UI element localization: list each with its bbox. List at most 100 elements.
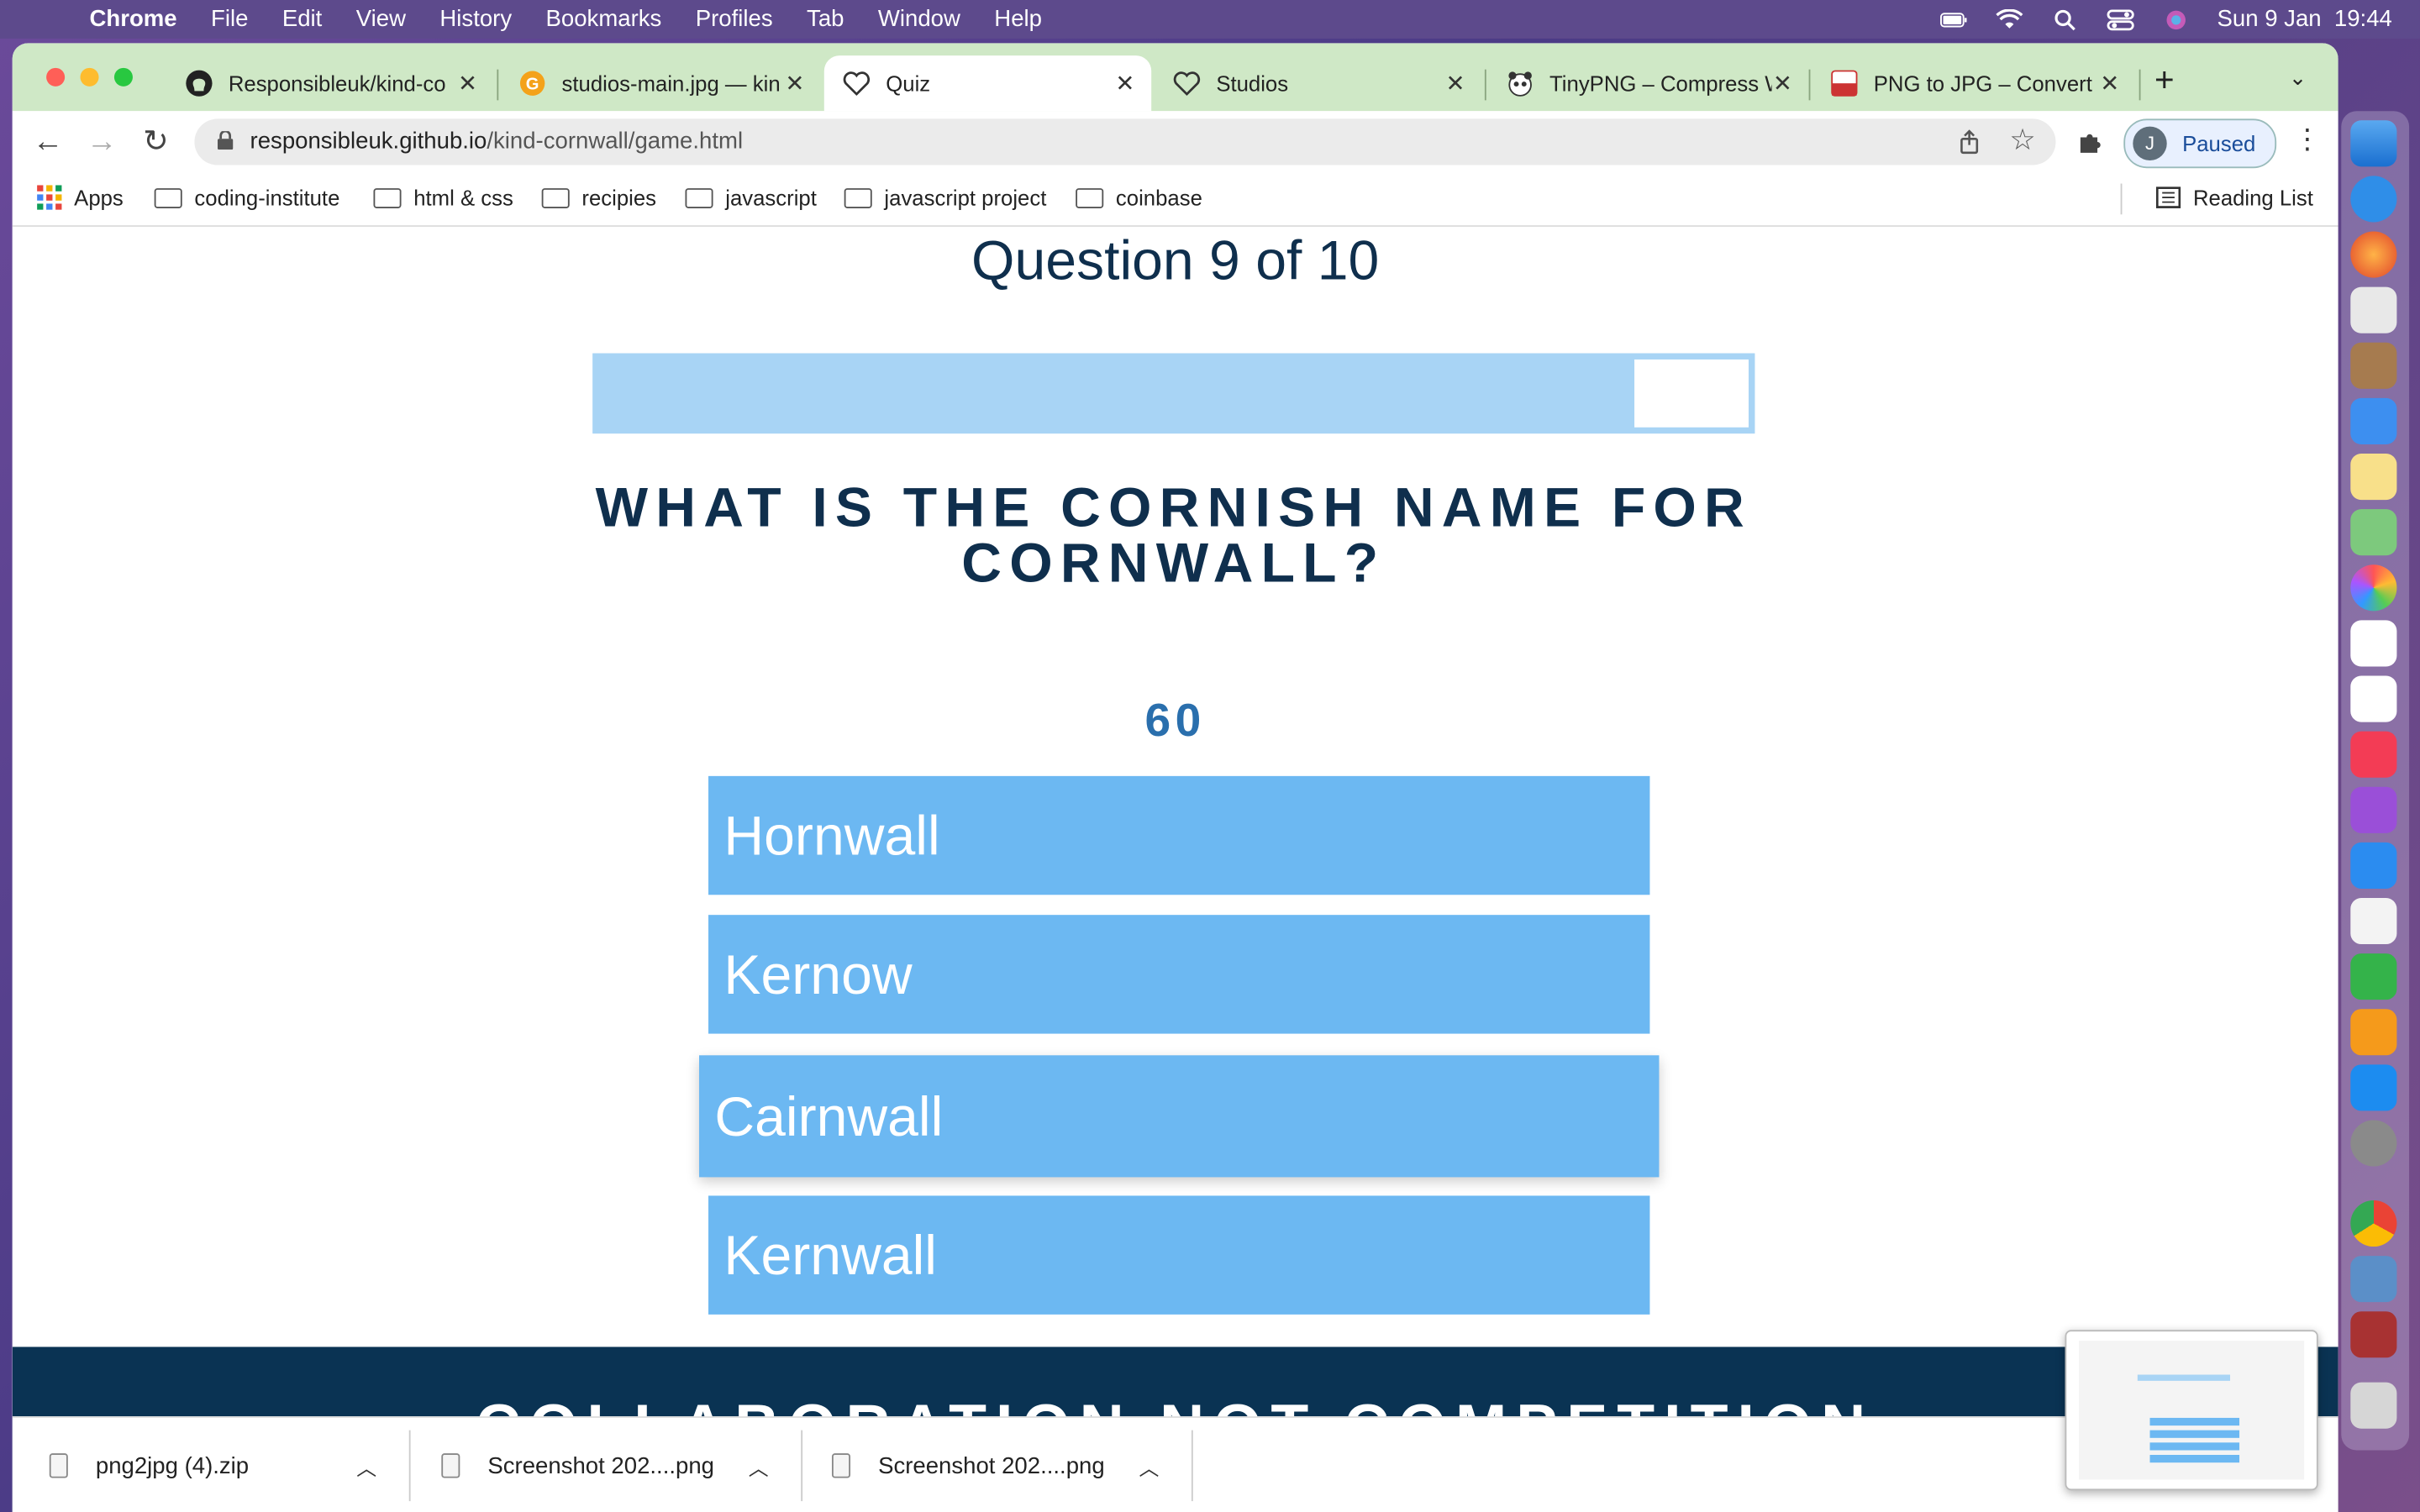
tab-quiz[interactable]: Quiz ✕ bbox=[823, 55, 1152, 112]
tab-search-chevron-icon[interactable]: ⌄ bbox=[2289, 65, 2307, 91]
url-path: /kind-cornwall/game.html bbox=[487, 128, 744, 155]
bookmark-folder-html-css[interactable]: html & css bbox=[373, 185, 513, 210]
dictionary-icon[interactable] bbox=[2350, 1311, 2397, 1358]
clock[interactable]: Sun 9 Jan 19:44 bbox=[2217, 6, 2392, 32]
bookmark-star-icon[interactable]: ☆ bbox=[2009, 123, 2035, 159]
share-icon[interactable] bbox=[1957, 129, 1981, 155]
siri-icon[interactable] bbox=[2161, 8, 2189, 30]
pages-icon[interactable] bbox=[2350, 1009, 2397, 1056]
chevron-up-icon[interactable]: ︿ bbox=[356, 1451, 376, 1480]
bookmark-folder-javascript-project[interactable]: javascript project bbox=[844, 185, 1046, 210]
lock-icon[interactable] bbox=[217, 131, 234, 150]
png-jpg-icon bbox=[1830, 70, 1858, 97]
reading-list-button[interactable]: Reading List bbox=[2155, 185, 2313, 210]
photos-icon[interactable] bbox=[2350, 564, 2397, 612]
notes-icon[interactable] bbox=[2350, 453, 2397, 501]
podcasts-icon[interactable] bbox=[2350, 786, 2397, 833]
reload-icon[interactable]: ↻ bbox=[139, 125, 172, 159]
tab-studios-main-jpg[interactable]: G studios-main.jpg — kin ✕ bbox=[500, 55, 821, 111]
menu-app-name[interactable]: Chrome bbox=[90, 6, 177, 32]
close-tab-icon[interactable]: ✕ bbox=[1772, 70, 1794, 97]
wifi-icon[interactable] bbox=[1995, 8, 2023, 30]
tab-png-to-jpg[interactable]: PNG to JPG – Convert ✕ bbox=[1812, 55, 2136, 111]
mail-icon[interactable] bbox=[2350, 397, 2397, 444]
menu-history[interactable]: History bbox=[439, 6, 512, 32]
tab-studios[interactable]: Studios ✕ bbox=[1155, 55, 1481, 111]
answer-option-4[interactable]: Kernwall bbox=[708, 1195, 1650, 1315]
download-item[interactable]: png2jpg (4).zip ︿ bbox=[49, 1418, 408, 1512]
back-icon[interactable]: ← bbox=[31, 125, 65, 159]
thumbnail-answer bbox=[2149, 1417, 2240, 1426]
control-center-icon[interactable] bbox=[2106, 8, 2133, 30]
bookmark-apps[interactable]: Apps bbox=[37, 185, 124, 210]
app-store-icon[interactable] bbox=[2350, 1064, 2397, 1111]
download-item[interactable]: Screenshot 202....png ︿ bbox=[831, 1418, 1190, 1512]
safari-icon[interactable] bbox=[2350, 176, 2397, 223]
close-window-button[interactable] bbox=[46, 67, 66, 87]
menu-help[interactable]: Help bbox=[994, 6, 1042, 32]
extensions-puzzle-icon[interactable] bbox=[2077, 128, 2105, 155]
chevron-up-icon[interactable]: ︿ bbox=[749, 1451, 769, 1480]
minimize-window-button[interactable] bbox=[80, 67, 99, 87]
contacts-icon[interactable] bbox=[2350, 342, 2397, 389]
answer-option-1[interactable]: Hornwall bbox=[708, 775, 1650, 895]
battery-icon[interactable] bbox=[1939, 8, 1967, 30]
close-tab-icon[interactable]: ✕ bbox=[1114, 70, 1136, 97]
trash-icon[interactable] bbox=[2350, 1382, 2397, 1429]
maps-icon[interactable] bbox=[2350, 509, 2397, 556]
firefox-icon[interactable] bbox=[2350, 231, 2397, 278]
music-icon[interactable] bbox=[2350, 731, 2397, 778]
bookmark-folder-coinbase[interactable]: coinbase bbox=[1076, 185, 1202, 210]
calendar-icon[interactable] bbox=[2350, 620, 2397, 667]
reminders-icon[interactable] bbox=[2350, 675, 2397, 722]
tab-title: TinyPNG – Compress W bbox=[1549, 71, 1772, 96]
new-tab-icon[interactable]: + bbox=[2154, 60, 2175, 101]
download-item[interactable]: Screenshot 202....png ︿ bbox=[441, 1418, 799, 1512]
more-menu-icon[interactable]: ⋮ bbox=[2293, 123, 2321, 156]
tab-title: Studios bbox=[1216, 71, 1289, 96]
g-icon: G bbox=[518, 70, 546, 97]
address-bar[interactable]: responsibleuk.github.io/kind-cornwall/ga… bbox=[194, 118, 2056, 165]
zoom-window-button[interactable] bbox=[113, 67, 133, 87]
bookmark-folder-recipies[interactable]: recipies bbox=[541, 185, 656, 210]
menu-profiles[interactable]: Profiles bbox=[696, 6, 773, 32]
forward-icon[interactable]: → bbox=[85, 125, 118, 159]
heart-icon bbox=[843, 70, 871, 97]
tab-tinypng[interactable]: TinyPNG – Compress W ✕ bbox=[1488, 55, 1809, 111]
close-tab-icon[interactable]: ✕ bbox=[784, 70, 806, 97]
tab-github[interactable]: Responsibleuk/kind-co ✕ bbox=[166, 55, 493, 111]
answer-option-3[interactable]: Cairnwall bbox=[699, 1055, 1660, 1178]
answer-option-2[interactable]: Kernow bbox=[708, 915, 1650, 1034]
folder-icon bbox=[844, 187, 872, 208]
download-divider bbox=[408, 1430, 411, 1502]
chrome-icon[interactable] bbox=[2350, 1200, 2397, 1247]
keynote-icon[interactable] bbox=[2350, 842, 2397, 889]
bookmark-label: html & css bbox=[413, 185, 513, 210]
spotlight-search-icon[interactable] bbox=[2050, 8, 2078, 30]
news-icon[interactable] bbox=[2350, 897, 2397, 945]
close-tab-icon[interactable]: ✕ bbox=[2099, 70, 2121, 97]
question-counter: Question 9 of 10 bbox=[971, 228, 1380, 292]
numbers-icon[interactable] bbox=[2350, 953, 2397, 1000]
close-tab-icon[interactable]: ✕ bbox=[457, 70, 479, 97]
bookmark-folder-coding-institute[interactable]: coding-institute bbox=[154, 185, 339, 210]
menu-window[interactable]: Window bbox=[878, 6, 960, 32]
launchpad-icon[interactable] bbox=[2350, 286, 2397, 333]
screenshot-thumbnail-preview[interactable] bbox=[2065, 1330, 2318, 1491]
folder-icon bbox=[373, 187, 402, 208]
tab-divider bbox=[1808, 69, 1811, 101]
profile-button[interactable]: J Paused bbox=[2123, 118, 2277, 169]
reading-list-icon bbox=[2155, 186, 2181, 208]
system-preferences-icon[interactable] bbox=[2350, 1120, 2397, 1167]
finder-icon[interactable] bbox=[2350, 120, 2397, 167]
preview-icon[interactable] bbox=[2350, 1256, 2397, 1303]
chevron-up-icon[interactable]: ︿ bbox=[1139, 1451, 1159, 1480]
menu-bookmarks[interactable]: Bookmarks bbox=[546, 6, 662, 32]
bookmark-folder-javascript[interactable]: javascript bbox=[685, 185, 817, 210]
close-tab-icon[interactable]: ✕ bbox=[1444, 70, 1466, 97]
menu-edit[interactable]: Edit bbox=[282, 6, 322, 32]
dock bbox=[2341, 111, 2410, 1451]
menu-view[interactable]: View bbox=[356, 6, 406, 32]
menu-file[interactable]: File bbox=[211, 6, 248, 32]
menu-tab[interactable]: Tab bbox=[807, 6, 844, 32]
